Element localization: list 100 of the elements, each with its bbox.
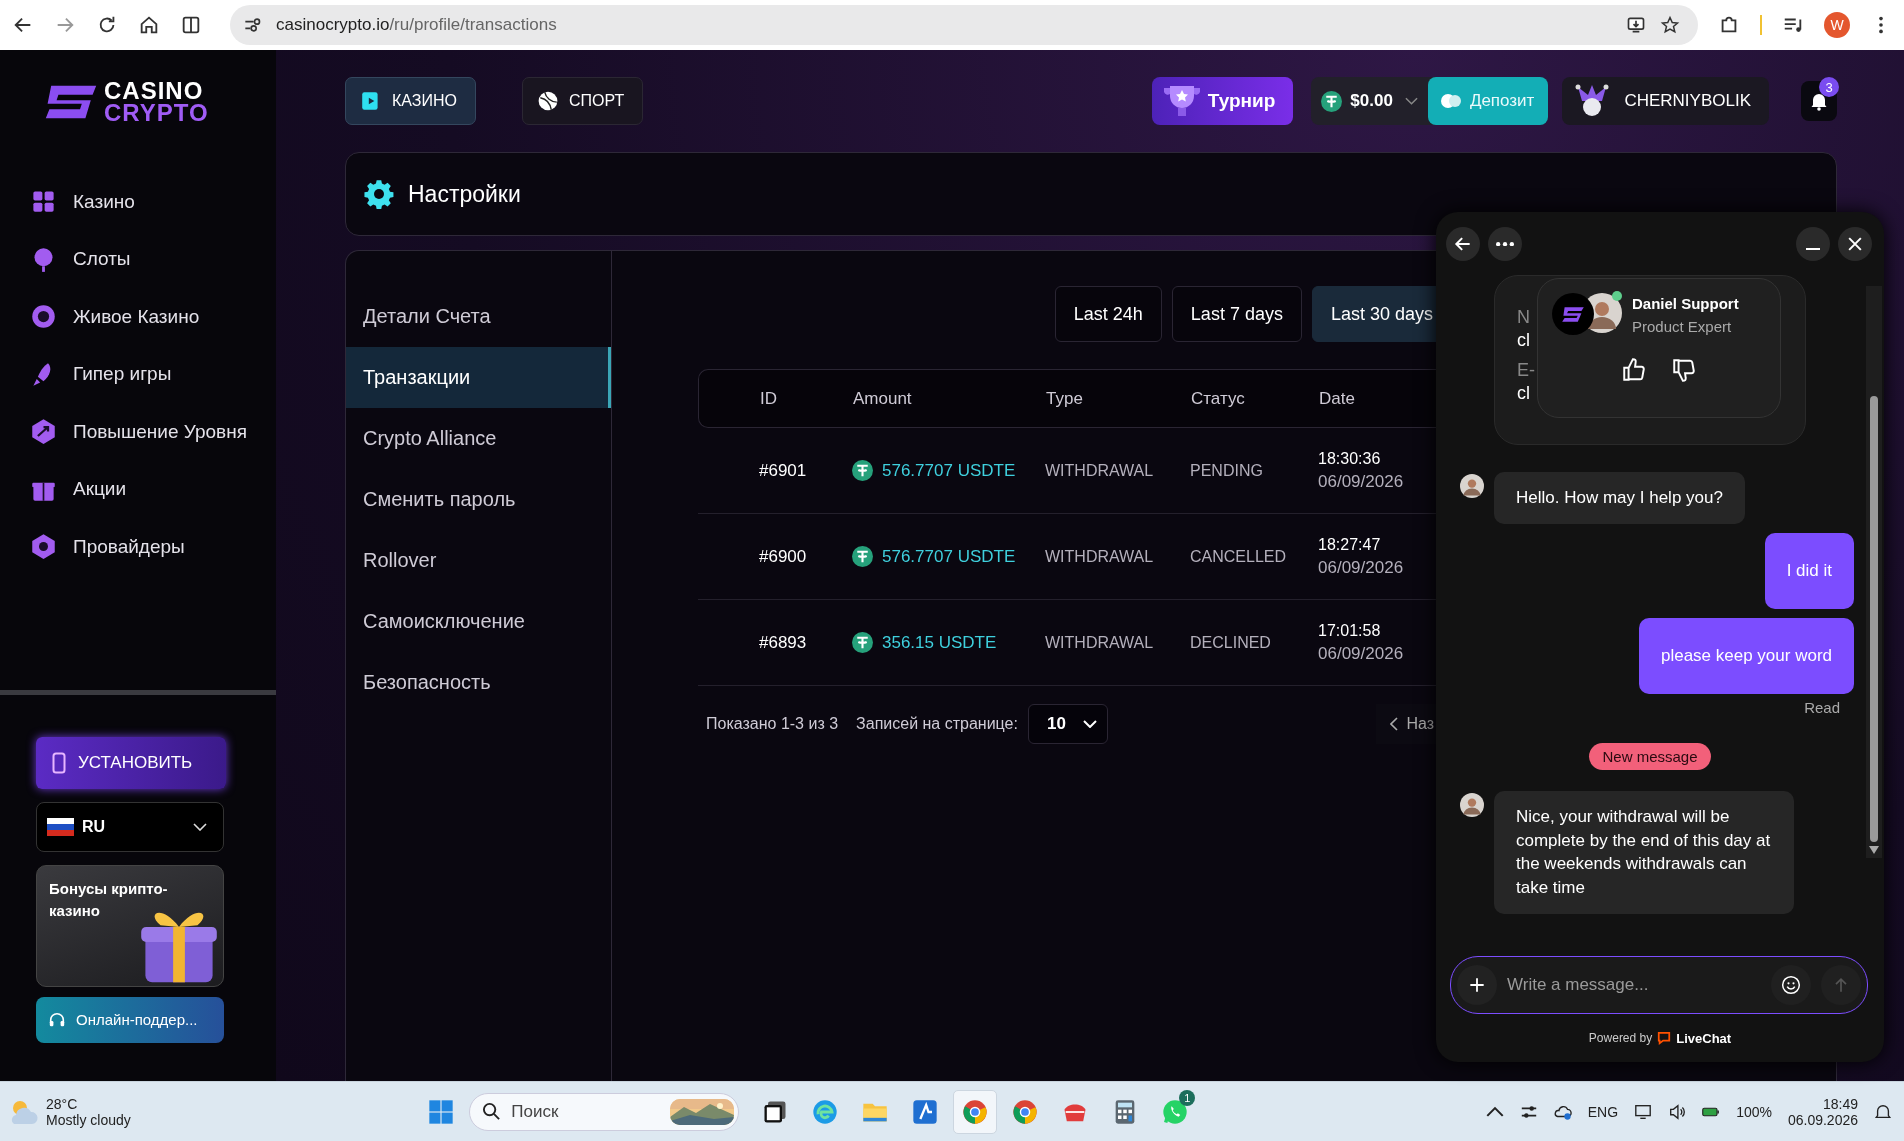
chrome-icon[interactable]: [961, 1097, 990, 1126]
flag-icon: [47, 817, 74, 836]
windows-logo-icon[interactable]: [427, 1097, 456, 1126]
smiley-icon: [1781, 975, 1801, 995]
nav-item[interactable]: Повышение Уровня: [0, 403, 276, 461]
thumbs-down-icon[interactable]: [1671, 357, 1697, 383]
install-app-icon[interactable]: [1626, 15, 1646, 35]
settings-menu-item[interactable]: Rollover: [346, 530, 611, 591]
add-attachment-button[interactable]: [1457, 965, 1497, 1005]
form-text: cl: [1517, 329, 1530, 353]
weather-condition: Mostly cloudy: [46, 1111, 131, 1128]
person-avatar: [1460, 474, 1484, 498]
column-header: ID: [759, 388, 778, 409]
settings-menu-item[interactable]: Безопасность: [346, 652, 611, 713]
nav-item[interactable]: Казино: [0, 173, 276, 231]
period-filter[interactable]: Last 7 days: [1171, 286, 1302, 342]
settings-menu-item[interactable]: Crypto Alliance: [346, 408, 611, 469]
user-message: I did it: [1764, 532, 1854, 609]
more-icon: [1496, 241, 1514, 247]
chevron-down-icon: [1082, 720, 1097, 728]
category-tab[interactable]: СПОРТ: [522, 77, 644, 125]
install-button[interactable]: УСТАНОВИТЬ: [36, 736, 226, 789]
taskbar-search[interactable]: Поиск: [469, 1092, 740, 1131]
table-cell: 576.7707 USDTE: [882, 546, 1016, 567]
message-input[interactable]: Write a message...: [1450, 956, 1868, 1014]
table-cell-text: WITHDRAWAL: [1045, 461, 1155, 480]
scroll-down-icon[interactable]: [1869, 846, 1879, 854]
battery-level: 100%: [1736, 1103, 1772, 1120]
input-language[interactable]: ENG: [1587, 1103, 1619, 1120]
profile-avatar[interactable]: W: [1824, 12, 1850, 38]
brand-name[interactable]: LiveChat: [1676, 1030, 1732, 1046]
back-button[interactable]: [1446, 227, 1480, 261]
minimize-icon: [1806, 247, 1820, 251]
promo-title: Бонусы крипто-казино: [49, 878, 169, 922]
nav-item[interactable]: Акции: [0, 460, 276, 519]
star-icon[interactable]: [1660, 15, 1680, 35]
search-icon: [482, 1102, 502, 1121]
chevron-left-icon: [1390, 717, 1399, 731]
notifications-icon[interactable]: [1874, 1102, 1892, 1121]
language-dropdown[interactable]: RU: [36, 801, 224, 852]
split-view-icon[interactable]: [180, 14, 202, 36]
promo-card[interactable]: Бонусы крипто-казино: [36, 864, 224, 987]
table-cell-text: DECLINED: [1190, 633, 1272, 652]
clock[interactable]: 18:49 06.09.2026: [1787, 1095, 1858, 1128]
nav-item[interactable]: Провайдеры: [0, 518, 276, 576]
page-title: Настройки: [408, 180, 521, 208]
column-header: Date: [1319, 388, 1356, 409]
trophy-icon: [1161, 84, 1202, 118]
emoji-button[interactable]: [1771, 965, 1811, 1005]
form-text: E-: [1517, 358, 1535, 382]
chrome-icon[interactable]: [1011, 1097, 1040, 1126]
table-cell: 356.15 USDTE: [882, 632, 997, 653]
period-filter[interactable]: Last 30 days: [1311, 286, 1438, 342]
brand-avatar: [1552, 293, 1594, 335]
thumbs-up-icon[interactable]: [1621, 357, 1647, 383]
table-cell-text: WITHDRAWAL: [1045, 547, 1155, 566]
table-cell-text: 06/09/2026: [1318, 471, 1405, 492]
agent-name: Daniel Support: [1632, 295, 1739, 312]
app-icon[interactable]: [911, 1097, 940, 1126]
more-options-button[interactable]: [1488, 227, 1522, 261]
balance-dropdown[interactable]: $0.00: [1311, 90, 1428, 112]
table-cell: 576.7707 USDTE: [882, 460, 1016, 481]
table-cell-text: 17:01:58: [1318, 621, 1382, 640]
bell-icon: [1809, 91, 1829, 111]
new-message-badge: New message: [1589, 742, 1711, 770]
column-header: Статус: [1191, 388, 1246, 409]
logo[interactable]: CASINO CRYPTO: [44, 80, 209, 124]
coins-icon: [1439, 93, 1462, 109]
speaker-icon[interactable]: [1668, 1102, 1687, 1121]
home-icon[interactable]: [138, 14, 160, 36]
settings-menu-item[interactable]: Самоисключение: [346, 591, 611, 652]
form-text: cl: [1517, 382, 1530, 406]
scrollbar[interactable]: [1866, 286, 1882, 858]
table-cell-text: PENDING: [1190, 461, 1264, 480]
table-cell-text: 18:27:47: [1318, 535, 1382, 554]
site-settings-icon[interactable]: [242, 15, 262, 35]
settings-menu-item[interactable]: Детали Счета: [346, 286, 611, 347]
table-cell-text: 06/09/2026: [1318, 557, 1405, 578]
tournament-button[interactable]: Турнир: [1151, 77, 1294, 125]
page-size-label: Записей на странице:: [856, 715, 1018, 733]
table-cell-text: 06/09/2026: [1318, 643, 1405, 664]
page-size-select[interactable]: 10: [1027, 704, 1108, 744]
nav-item[interactable]: Гипер игры: [0, 345, 276, 404]
settings-menu-item[interactable]: Сменить пароль: [346, 469, 611, 530]
nav-item[interactable]: Живое Казино: [0, 288, 276, 346]
address-bar[interactable]: casinocrypto.io/ru/profile/transactions: [230, 5, 1698, 45]
user-button[interactable]: CHERNIYBOLIK: [1562, 77, 1769, 125]
category-tab[interactable]: КАЗИНО: [345, 77, 476, 125]
monitor-icon[interactable]: [1634, 1102, 1653, 1121]
table-cell-text: #6900: [758, 546, 808, 567]
settings-menu-item[interactable]: Транзакции: [346, 347, 611, 408]
minimize-button[interactable]: [1796, 227, 1830, 261]
support-button[interactable]: Онлайн-поддер...: [36, 996, 224, 1043]
nav-item[interactable]: Слоты: [0, 230, 276, 289]
close-button[interactable]: [1838, 227, 1872, 261]
column-header: Type: [1046, 388, 1084, 409]
table-cell-text: WITHDRAWAL: [1045, 633, 1155, 652]
table-cell-text: #6901: [758, 460, 808, 481]
settings-icon: [364, 179, 394, 209]
period-filter[interactable]: Last 24h: [1054, 286, 1162, 342]
